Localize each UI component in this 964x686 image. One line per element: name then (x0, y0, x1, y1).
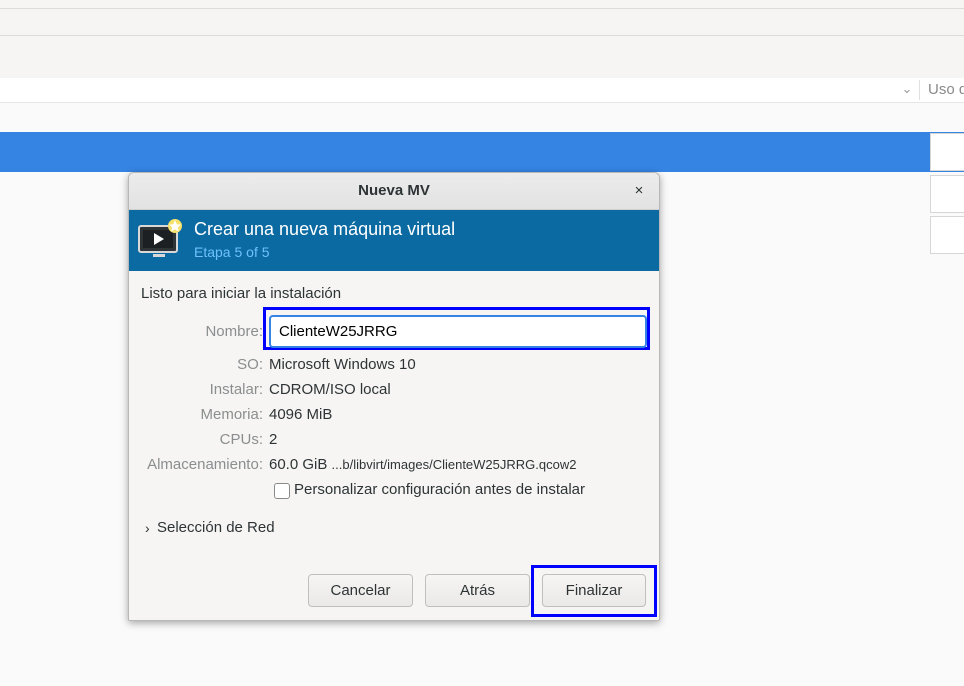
close-icon[interactable]: × (629, 181, 649, 201)
finish-button[interactable]: Finalizar (542, 574, 646, 607)
dialog-title: Nueva MV (358, 182, 430, 199)
column-header-label[interactable]: Uso d (928, 80, 964, 100)
storage-size: 60.0 GiB (269, 456, 328, 473)
cpus-label: CPUs: (219, 431, 263, 448)
vm-list-row-selected[interactable] (0, 132, 964, 172)
os-value: Microsoft Windows 10 (269, 356, 416, 373)
install-value: CDROM/ISO local (269, 381, 391, 398)
wizard-banner: Crear una nueva máquina virtual Etapa 5 … (129, 210, 659, 271)
storage-label: Almacenamiento: (147, 456, 263, 473)
cancel-button[interactable]: Cancelar (308, 574, 413, 607)
background-side-box (930, 133, 964, 171)
background-column-header (0, 78, 964, 103)
background-toolbar (0, 9, 964, 36)
cpus-value: 2 (269, 431, 278, 448)
banner-title: Crear una nueva máquina virtual (194, 219, 456, 239)
column-separator (919, 80, 920, 100)
install-label: Instalar: (209, 381, 263, 398)
background-side-box (930, 175, 964, 213)
vm-name-input[interactable] (269, 315, 647, 348)
background-header (0, 36, 964, 78)
virtual-machine-icon (138, 219, 182, 257)
ready-heading: Listo para iniciar la instalación (141, 285, 342, 302)
name-label: Nombre: (205, 323, 263, 340)
memory-label: Memoria: (200, 406, 263, 423)
dialog-titlebar[interactable]: Nueva MV × (129, 173, 659, 210)
os-label: SO: (237, 356, 263, 373)
memory-value: 4096 MiB (269, 406, 333, 423)
network-selection-label[interactable]: Selección de Red (157, 518, 275, 538)
new-vm-dialog: Nueva MV × Crear una nueva máquina virtu… (128, 172, 660, 621)
storage-value: 60.0 GiB ...b/libvirt/images/ClienteW25J… (269, 456, 576, 473)
background-topbar (0, 0, 964, 9)
background-side-box (930, 216, 964, 254)
back-button[interactable]: Atrás (425, 574, 530, 607)
chevron-right-icon: › (145, 520, 150, 536)
banner-step: Etapa 5 of 5 (194, 244, 270, 260)
chevron-down-icon[interactable]: ⌄ (898, 80, 916, 98)
customize-checkbox-label[interactable]: Personalizar configuración antes de inst… (294, 481, 585, 498)
storage-path: ...b/libvirt/images/ClienteW25JRRG.qcow2 (331, 457, 577, 472)
customize-checkbox[interactable] (274, 483, 290, 499)
